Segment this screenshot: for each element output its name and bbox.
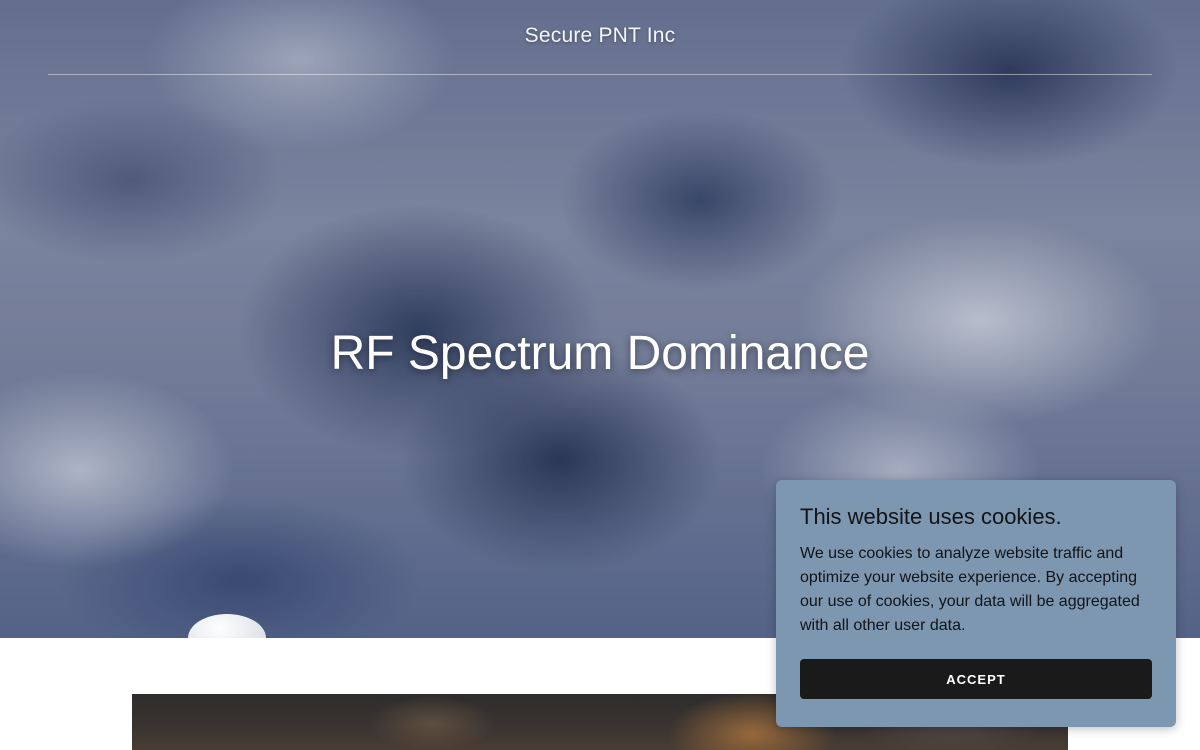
accept-cookies-button[interactable]: ACCEPT (800, 659, 1152, 699)
site-title[interactable]: Secure PNT Inc (0, 24, 1200, 48)
cookie-banner: This website uses cookies. We use cookie… (776, 480, 1176, 727)
radome-image (188, 614, 266, 638)
cookie-banner-title: This website uses cookies. (800, 504, 1062, 529)
header-divider (48, 74, 1152, 75)
hero-heading: RF Spectrum Dominance (330, 327, 870, 380)
cookie-banner-text: We use cookies to analyze website traffi… (800, 545, 1140, 634)
